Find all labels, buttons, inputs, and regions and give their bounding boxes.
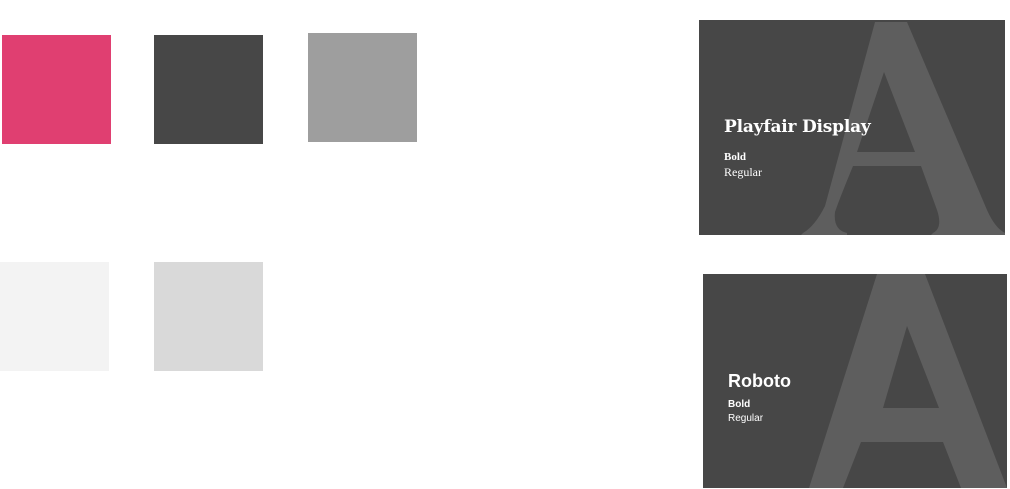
font-weight-regular: Regular bbox=[724, 165, 762, 179]
color-swatch-off-white bbox=[0, 262, 109, 371]
font-weight-bold: Bold bbox=[724, 151, 747, 163]
color-swatch-mid-grey bbox=[308, 33, 417, 142]
font-weight-regular: Regular bbox=[728, 413, 764, 424]
font-card-roboto: Roboto Bold Regular bbox=[703, 274, 1007, 488]
font-name: Playfair Display bbox=[724, 117, 871, 137]
font-card-text: Playfair Display Bold Regular bbox=[724, 116, 871, 180]
font-card-text: Roboto Bold Regular bbox=[728, 370, 791, 426]
font-name: Roboto bbox=[728, 371, 791, 391]
font-weight-bold: Bold bbox=[728, 399, 751, 410]
color-swatch-pink bbox=[2, 35, 111, 144]
color-swatch-dark-grey bbox=[154, 35, 263, 144]
color-swatch-light-grey bbox=[154, 262, 263, 371]
font-card-playfair-display: Playfair Display Bold Regular bbox=[699, 20, 1005, 235]
